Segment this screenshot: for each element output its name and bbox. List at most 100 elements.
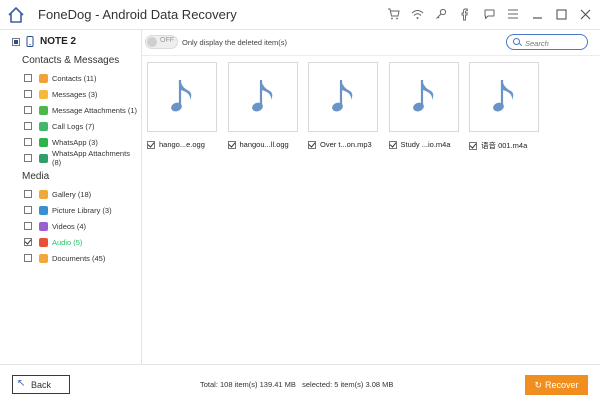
media-category-label: Documents (45)	[52, 253, 106, 263]
media-category-icon	[39, 237, 48, 247]
key-icon[interactable]	[434, 6, 448, 22]
contacts-category-label: Contacts (11)	[52, 73, 97, 83]
contacts-category-checkbox[interactable]	[24, 138, 32, 146]
recover-icon: ↻	[534, 379, 543, 390]
contacts-category-item[interactable]: Contacts (11)	[24, 72, 96, 84]
device-row[interactable]: NOTE 2	[12, 36, 76, 47]
contacts-category-label: Call Logs (7)	[52, 121, 95, 131]
chat-icon[interactable]	[482, 6, 496, 22]
contacts-category-checkbox[interactable]	[24, 154, 32, 162]
file-checkbox[interactable]	[227, 140, 236, 149]
contacts-category-checkbox[interactable]	[24, 74, 32, 82]
contacts-category-checkbox[interactable]	[24, 90, 32, 98]
contacts-category-icon	[39, 137, 48, 147]
file-tile[interactable]: Over t...on.mp3	[308, 62, 378, 149]
audio-thumbnail[interactable]	[308, 62, 378, 132]
media-heading: Media	[22, 171, 50, 182]
file-tile[interactable]: Study ...io.m4a	[388, 62, 459, 149]
media-category-item[interactable]: Videos (4)	[24, 220, 86, 232]
media-category-checkbox[interactable]	[24, 222, 32, 230]
file-name-row: hango...e.ogg	[147, 140, 217, 149]
media-category-checkbox[interactable]	[24, 254, 32, 262]
back-arrow-icon: ↖	[17, 378, 26, 389]
search-box[interactable]	[506, 34, 588, 50]
app-title: FoneDog - Android Data Recovery	[38, 7, 237, 22]
contacts-category-label: Message Attachments (1)	[52, 105, 138, 115]
home-icon[interactable]	[6, 5, 26, 25]
device-checkbox[interactable]	[12, 37, 20, 46]
toggle-state: OFF	[160, 37, 174, 44]
totals-text: Total: 108 item(s) 139.41 MB selected: 5…	[200, 380, 394, 389]
contacts-messages-heading: Contacts & Messages	[22, 55, 120, 66]
contacts-category-checkbox[interactable]	[24, 106, 32, 114]
maximize-icon[interactable]	[554, 6, 568, 22]
wifi-icon[interactable]	[410, 6, 424, 22]
facebook-icon[interactable]	[458, 6, 472, 22]
media-category-icon	[39, 205, 48, 215]
media-category-checkbox[interactable]	[24, 190, 32, 198]
recover-button[interactable]: ↻ Recover	[525, 375, 588, 395]
search-icon	[513, 38, 520, 45]
media-category-item[interactable]: Audio (5)	[24, 236, 82, 248]
file-name: Study ...io.m4a	[400, 140, 451, 149]
back-button[interactable]: ↖ Back	[12, 375, 70, 394]
file-name-row: hangou...ll.ogg	[227, 140, 298, 149]
file-name-row: 语音 001.m4a	[469, 140, 539, 151]
contacts-category-icon	[39, 73, 48, 83]
music-note-icon	[412, 80, 433, 112]
contacts-category-item[interactable]: Messages (3)	[24, 88, 97, 100]
cart-icon[interactable]	[386, 6, 400, 22]
window-controls	[386, 6, 592, 22]
music-note-icon	[332, 80, 353, 112]
deleted-only-toggle[interactable]: OFF	[145, 35, 178, 49]
sidebar: NOTE 2 Contacts & Messages Contacts (11)…	[0, 30, 142, 364]
minimize-icon[interactable]	[530, 6, 544, 22]
media-category-checkbox[interactable]	[24, 206, 32, 214]
file-name: hango...e.ogg	[159, 140, 205, 149]
contacts-category-item[interactable]: WhatsApp Attachments (8)	[24, 149, 141, 167]
file-checkbox[interactable]	[308, 140, 316, 149]
toolbar: OFF Only display the deleted item(s)	[142, 30, 600, 56]
contacts-category-item[interactable]: WhatsApp (3)	[24, 136, 98, 148]
device-name: NOTE 2	[40, 36, 77, 47]
media-category-item[interactable]: Picture Library (3)	[24, 204, 112, 216]
audio-thumbnail[interactable]	[388, 62, 459, 132]
media-category-label: Audio (5)	[52, 237, 83, 247]
media-category-checkbox[interactable]	[24, 238, 32, 246]
media-category-item[interactable]: Gallery (18)	[24, 188, 91, 200]
contacts-category-item[interactable]: Message Attachments (1)	[24, 104, 137, 116]
file-checkbox[interactable]	[147, 140, 155, 149]
file-tile[interactable]: hangou...ll.ogg	[227, 62, 298, 149]
media-category-icon	[39, 221, 48, 231]
footer: ↖ Back Total: 108 item(s) 139.41 MB sele…	[0, 364, 600, 402]
music-note-icon	[493, 80, 514, 112]
audio-thumbnail[interactable]	[469, 62, 539, 132]
contacts-category-icon	[39, 121, 48, 131]
search-input[interactable]	[523, 36, 587, 50]
audio-thumbnail[interactable]	[227, 62, 298, 132]
back-label: Back	[30, 379, 51, 390]
file-tile[interactable]: 语音 001.m4a	[469, 62, 539, 151]
close-icon[interactable]	[578, 6, 592, 22]
menu-icon[interactable]	[506, 6, 520, 22]
title-bar: FoneDog - Android Data Recovery	[0, 0, 600, 30]
audio-thumbnail[interactable]	[147, 62, 217, 132]
file-name-row: Study ...io.m4a	[388, 140, 459, 149]
music-note-icon	[251, 80, 272, 112]
contacts-category-icon	[39, 89, 48, 99]
file-tile[interactable]: hango...e.ogg	[147, 62, 217, 149]
contacts-category-checkbox[interactable]	[24, 122, 32, 130]
file-checkbox[interactable]	[469, 141, 477, 150]
media-category-icon	[39, 253, 48, 263]
file-name-row: Over t...on.mp3	[308, 140, 378, 149]
file-grid: hango...e.ogg hangou...ll.ogg Over t...on.…	[142, 56, 600, 364]
media-category-label: Gallery (18)	[52, 189, 92, 199]
media-category-item[interactable]: Documents (45)	[24, 252, 105, 264]
media-category-icon	[39, 189, 48, 199]
phone-icon	[26, 36, 34, 47]
contacts-category-icon	[39, 105, 48, 115]
file-name: 语音 001.m4a	[481, 141, 528, 150]
contacts-category-icon	[39, 153, 48, 163]
file-checkbox[interactable]	[388, 140, 397, 149]
contacts-category-item[interactable]: Call Logs (7)	[24, 120, 95, 132]
